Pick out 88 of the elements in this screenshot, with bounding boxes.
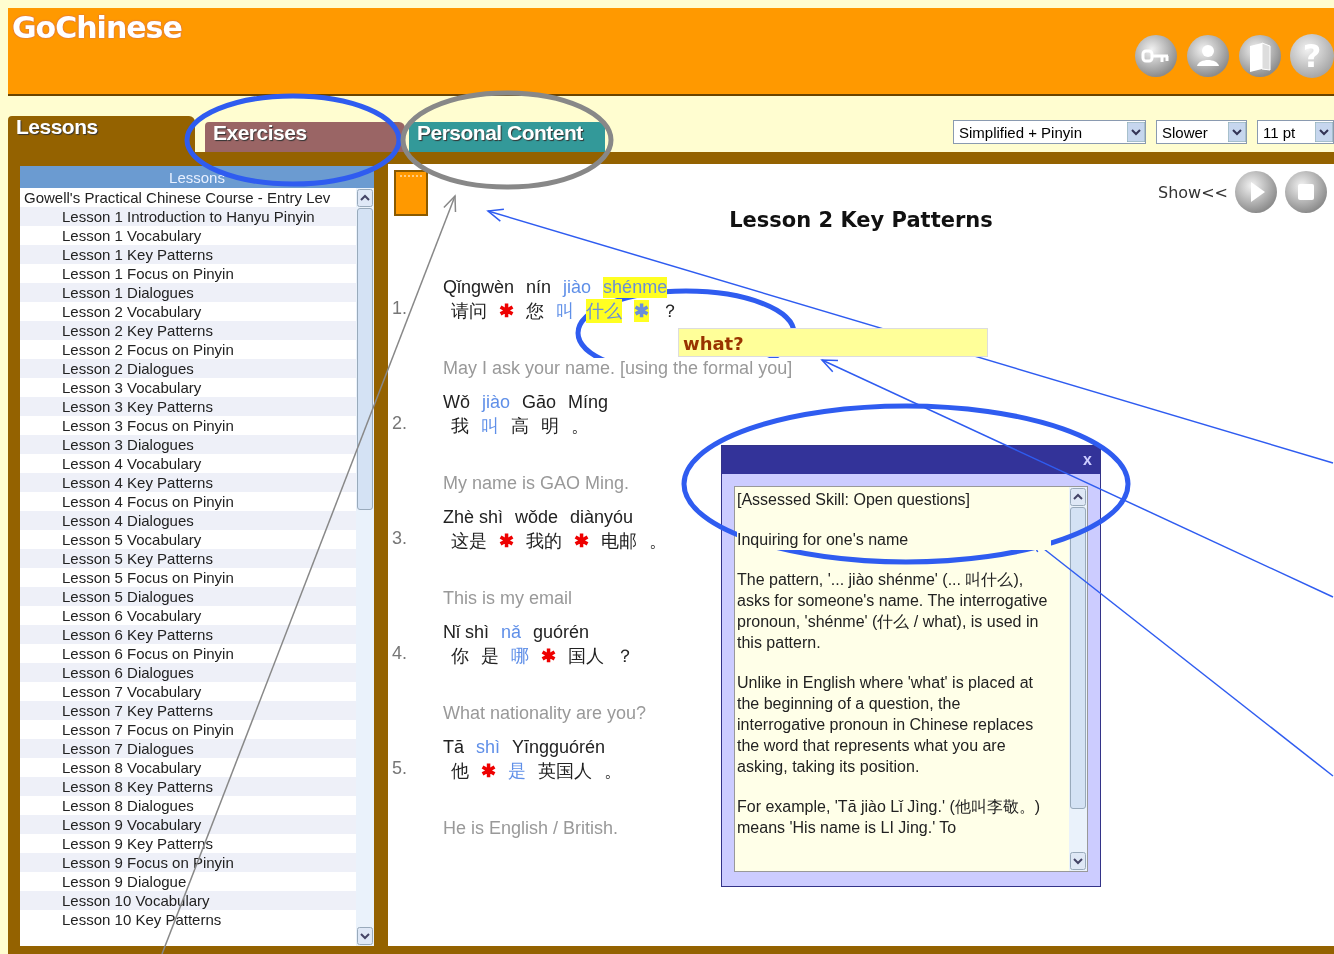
stop-icon <box>1284 170 1328 214</box>
paragraph: Inquiring for one's name <box>737 529 1051 550</box>
sentence-number: 3. <box>391 527 408 550</box>
tree-item[interactable]: Lesson 2 Focus on Pinyin <box>20 340 356 359</box>
tree-item[interactable]: Lesson 6 Key Patterns <box>20 625 356 644</box>
tree-item[interactable]: Lesson 8 Key Patterns <box>20 777 356 796</box>
tab[interactable]: Exercises <box>205 122 405 152</box>
asterisk-mark: ✱ <box>634 299 649 322</box>
caret-icon <box>1228 122 1246 142</box>
tree-item[interactable]: Lesson 10 Vocabulary <box>20 891 356 910</box>
scrollbar[interactable] <box>1069 487 1087 871</box>
tree-item[interactable]: Lesson 3 Focus on Pinyin <box>20 416 356 435</box>
tree-item[interactable]: Lesson 1 Focus on Pinyin <box>20 264 356 283</box>
close-button[interactable]: x <box>1075 451 1100 469</box>
pinyin-word: Yīngguórén <box>512 737 606 758</box>
tree-item[interactable]: Lesson 5 Dialogues <box>20 587 356 606</box>
tree-item[interactable]: Lesson 4 Dialogues <box>20 511 356 530</box>
tree-item[interactable]: Lesson 7 Focus on Pinyin <box>20 720 356 739</box>
tree-item[interactable]: Lesson 2 Key Patterns <box>20 321 356 340</box>
user-button[interactable] <box>1186 34 1230 78</box>
chinese-word: 高 <box>511 413 529 438</box>
tree-item[interactable]: Lesson 6 Focus on Pinyin <box>20 644 356 663</box>
chinese-word: 这是 <box>451 528 487 553</box>
tree-item[interactable]: Lesson 9 Focus on Pinyin <box>20 853 356 872</box>
sentence-number: 4. <box>391 642 408 665</box>
sentence-number: 1. <box>391 297 408 320</box>
pinyin-word: diànyóu <box>570 507 634 528</box>
tree-item[interactable]: Lesson 6 Dialogues <box>20 663 356 682</box>
tree-item[interactable]: Lesson 7 Dialogues <box>20 739 356 758</box>
translation-text: May I ask your name. [using the formal you] <box>443 358 793 379</box>
book-icon <box>1238 34 1282 78</box>
tree-item[interactable]: Lesson 1 Introduction to Hanyu Pinyin <box>20 207 356 226</box>
tree-item[interactable]: Lesson 8 Vocabulary <box>20 758 356 777</box>
tooltip: what? <box>678 328 988 357</box>
tree-item[interactable]: Gowell's Practical Chinese Course - Entry Lev <box>20 188 356 207</box>
key-button[interactable] <box>1134 34 1178 78</box>
caret-icon <box>1127 122 1145 142</box>
translation-text: What nationality are you? <box>443 703 647 724</box>
tree-item[interactable]: Lesson 4 Focus on Pinyin <box>20 492 356 511</box>
translation-text: My name is GAO Ming. <box>443 473 630 494</box>
tree-item[interactable]: Lesson 3 Key Patterns <box>20 397 356 416</box>
show-link[interactable]: Show<< <box>1158 182 1228 202</box>
play-icon <box>1234 170 1278 214</box>
sentence-number: 2. <box>391 412 408 435</box>
pinyin-word: guórén <box>533 622 590 643</box>
pinyin-word: Míng <box>568 392 609 413</box>
tree-item[interactable]: Lesson 3 Dialogues <box>20 435 356 454</box>
tree-item[interactable]: Lesson 1 Vocabulary <box>20 226 356 245</box>
tree-item[interactable]: Lesson 5 Focus on Pinyin <box>20 568 356 587</box>
tree-item[interactable]: Lesson 8 Dialogues <box>20 796 356 815</box>
tree-item[interactable]: Lesson 7 Key Patterns <box>20 701 356 720</box>
tree-item[interactable]: Lesson 9 Vocabulary <box>20 815 356 834</box>
tree-item[interactable]: Lesson 5 Key Patterns <box>20 549 356 568</box>
tree-item[interactable]: Lesson 6 Vocabulary <box>20 606 356 625</box>
book-icon <box>394 170 428 216</box>
scroll-thumb[interactable] <box>1070 507 1086 809</box>
scrollbar[interactable] <box>356 188 374 946</box>
tab[interactable]: Lessons <box>8 116 195 152</box>
tree-item[interactable]: Lesson 7 Vocabulary <box>20 682 356 701</box>
tree-item[interactable]: Lesson 4 Vocabulary <box>20 454 356 473</box>
tree-item[interactable]: Lesson 9 Key Patterns <box>20 834 356 853</box>
scroll-down-icon <box>357 927 373 945</box>
scroll-up-icon <box>357 189 373 207</box>
lesson-title: Lesson 2 Key Patterns <box>728 208 994 232</box>
sentence-number: 5. <box>391 757 408 780</box>
book-button[interactable] <box>1238 34 1282 78</box>
caret-icon <box>1315 122 1333 142</box>
tree-item[interactable]: Lesson 2 Dialogues <box>20 359 356 378</box>
tree-item[interactable]: Lesson 10 Key Patterns <box>20 910 356 929</box>
dropdown[interactable]: Slower <box>1156 120 1247 144</box>
tree-item[interactable]: Lesson 4 Key Patterns <box>20 473 356 492</box>
dropdown[interactable]: Simplified + Pinyin <box>953 120 1146 144</box>
tree-item[interactable]: Lesson 1 Key Patterns <box>20 245 356 264</box>
logo: GoChinese <box>12 10 182 45</box>
scroll-thumb[interactable] <box>357 208 373 510</box>
stop-button[interactable] <box>1284 170 1328 214</box>
play-button[interactable] <box>1234 170 1278 214</box>
tree-item[interactable]: Lesson 9 Dialogue <box>20 872 356 891</box>
tree-item[interactable]: Lesson 5 Vocabulary <box>20 530 356 549</box>
pinyin-word: Qǐngwèn <box>443 277 515 298</box>
tree-item[interactable]: Lesson 1 Dialogues <box>20 283 356 302</box>
tree-item[interactable]: Lesson 2 Vocabulary <box>20 302 356 321</box>
scroll-up-icon <box>1070 488 1086 506</box>
tree-item[interactable]: Lesson 3 Vocabulary <box>20 378 356 397</box>
scroll-down-icon <box>1070 852 1086 870</box>
dropdown[interactable]: 11 pt <box>1257 120 1334 144</box>
key-icon <box>1134 34 1178 78</box>
user-icon <box>1186 34 1230 78</box>
